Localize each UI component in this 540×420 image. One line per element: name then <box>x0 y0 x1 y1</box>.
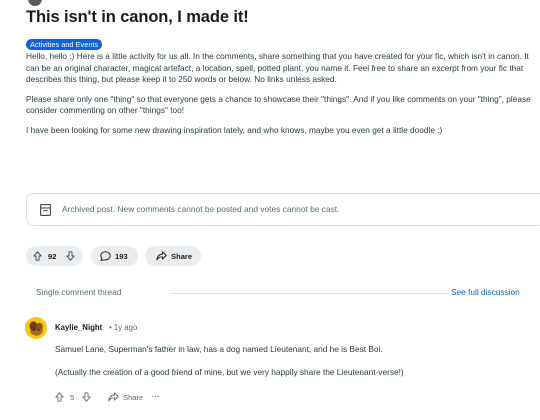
post-paragraph: Hello, hello :) Here is a little activit… <box>26 51 529 85</box>
comment-paragraph: Samuel Lane, Superman's father in law, h… <box>55 344 383 354</box>
comment-timestamp: • 1y ago <box>109 323 138 332</box>
post-flair[interactable]: Activities and Events <box>26 39 103 50</box>
archived-notice: Archived post. New comments cannot be po… <box>26 193 540 226</box>
comment-bubble-icon <box>100 251 111 261</box>
comment-share-button[interactable]: Share <box>123 393 143 402</box>
vote-count: 92 <box>48 252 57 261</box>
upvote-icon[interactable] <box>33 251 42 261</box>
single-thread-label: Single comment thread <box>36 287 122 297</box>
share-label: Share <box>171 252 193 261</box>
post-title: This isn't in canon, I made it! <box>26 8 249 26</box>
comment-body: Samuel Lane, Superman's father in law, h… <box>55 344 535 378</box>
post-paragraph: Please share only one "thing" so that ev… <box>26 93 531 116</box>
downvote-icon[interactable] <box>66 251 75 261</box>
share-button[interactable]: Share <box>145 246 201 266</box>
post-body: Hello, hello :) Here is a little activit… <box>26 51 536 145</box>
comment-author[interactable]: Kaylie_Night <box>55 323 102 332</box>
comment-paragraph: (Actually the creation of a good friend … <box>55 367 404 377</box>
more-options-icon[interactable]: ··· <box>152 392 160 401</box>
snoo-avatar-icon <box>25 317 47 339</box>
comment-action-bar: 5 Share ··· <box>55 391 255 405</box>
avatar[interactable] <box>25 317 47 339</box>
comment-share-icon[interactable] <box>108 392 119 404</box>
comment-downvote-icon[interactable] <box>82 392 91 404</box>
post-paragraph: I have been looking for some new drawing… <box>26 124 443 135</box>
previous-header-strip <box>0 0 540 8</box>
subreddit-avatar[interactable] <box>28 0 42 6</box>
comment-count: 193 <box>115 252 128 261</box>
archived-text: Archived post. New comments cannot be po… <box>62 204 340 214</box>
see-full-discussion-link[interactable]: See full discussion <box>451 287 520 297</box>
comment-upvote-icon[interactable] <box>55 392 64 404</box>
share-icon <box>156 251 167 261</box>
comments-button[interactable]: 193 <box>91 246 138 266</box>
archive-icon <box>40 204 51 216</box>
comment-vote-count: 5 <box>70 393 75 402</box>
single-thread-bar: Single comment thread See full discussio… <box>26 287 536 299</box>
vote-control: 92 <box>26 246 83 266</box>
divider <box>170 293 448 294</box>
